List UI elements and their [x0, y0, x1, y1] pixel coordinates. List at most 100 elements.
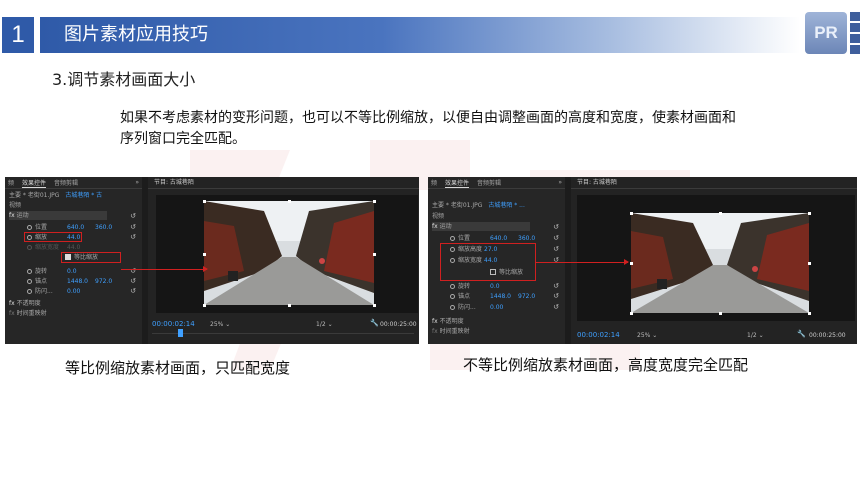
reset-icon[interactable]: ↺	[553, 292, 559, 300]
prop-position: 位置 640.0 360.0	[27, 223, 137, 232]
checkbox-unchecked-icon[interactable]	[490, 269, 496, 275]
playhead[interactable]	[178, 329, 183, 337]
prop-scale-width: 缩放宽度 44.0	[27, 243, 137, 252]
reset-icon[interactable]: ↺	[553, 245, 559, 253]
quality-select[interactable]: 1/2 ⌄	[747, 332, 764, 339]
reset-icon[interactable]: ↺	[130, 212, 136, 220]
tab-video[interactable]: 频	[431, 178, 437, 187]
current-timecode[interactable]: 00:00:02:14	[152, 320, 195, 328]
caption-left: 等比例缩放素材画面，只匹配宽度	[65, 359, 291, 377]
stopwatch-icon[interactable]	[450, 294, 455, 299]
reset-icon[interactable]: ↺	[553, 234, 559, 242]
section-video: 视频	[9, 202, 22, 209]
clip-path: 主要 * 老街01.JPG 古城巷陌 * 古	[9, 191, 102, 200]
stopwatch-icon[interactable]	[450, 305, 455, 310]
monitor-title: 节目: 古城巷陌	[148, 177, 419, 189]
prop-scale-width: 缩放宽度 44.0	[450, 256, 560, 265]
stopwatch-icon[interactable]	[450, 236, 455, 241]
clip-path-label: 主要 * 老街01.JPG	[9, 192, 60, 199]
street-photo[interactable]	[631, 213, 809, 313]
reset-icon[interactable]: ↺	[553, 282, 559, 290]
effect-motion[interactable]: fx 运动	[432, 222, 530, 231]
stopwatch-icon[interactable]	[27, 225, 32, 230]
tab-effect-controls[interactable]: 效果控件	[445, 178, 470, 188]
tab-audio-clip[interactable]: 音频剪辑	[477, 178, 501, 187]
prop-position: 位置 640.0 360.0	[450, 234, 560, 243]
panel-overflow-icon[interactable]: »	[558, 179, 562, 186]
reset-icon[interactable]: ↺	[130, 223, 136, 231]
anchor-y-value[interactable]: 972.0	[95, 277, 112, 286]
rotation-value[interactable]: 0.0	[490, 282, 500, 291]
description-text: 如果不考虑素材的变形问题，也可以不等比例缩放，以便自由调整画面的高度和宽度，使素…	[120, 110, 736, 147]
antiflicker-value[interactable]: 0.00	[67, 287, 80, 296]
position-y-value[interactable]: 360.0	[518, 234, 535, 243]
anchor-y-value[interactable]: 972.0	[518, 292, 535, 301]
prop-antiflicker: 防闪... 0.00	[27, 287, 137, 296]
wrench-icon[interactable]: 🔧	[797, 330, 806, 338]
reset-icon[interactable]: ↺	[553, 303, 559, 311]
prop-scale-height: 缩放高度 27.0	[450, 245, 560, 254]
wrench-icon[interactable]: 🔧	[370, 319, 379, 327]
arrow-to-frame	[121, 266, 208, 272]
duration-timecode: 00:00:25:00	[380, 321, 417, 328]
prop-time-remap[interactable]: fx 时间重映射	[9, 309, 47, 318]
stopwatch-icon[interactable]	[27, 289, 32, 294]
reset-icon[interactable]: ↺	[130, 233, 136, 241]
stopwatch-icon	[27, 245, 32, 250]
rotation-value[interactable]: 0.0	[67, 267, 77, 276]
stopwatch-icon[interactable]	[450, 258, 455, 263]
reset-icon[interactable]: ↺	[553, 223, 559, 231]
reset-icon[interactable]: ↺	[130, 277, 136, 285]
section-subtitle: 3.调节素材画面大小	[52, 70, 196, 89]
sequence-label[interactable]: 古城巷陌 * 古	[65, 192, 102, 199]
monitor-title: 节目: 古城巷陌	[571, 177, 857, 189]
checkbox-checked-icon[interactable]	[65, 254, 71, 260]
tab-effect-controls[interactable]: 效果控件	[22, 178, 47, 188]
zoom-select[interactable]: 25% ⌄	[210, 321, 230, 328]
panel-overflow-icon[interactable]: »	[135, 179, 139, 186]
page-title: 图片素材应用技巧	[64, 24, 208, 45]
effect-controls-panel: 频 效果控件 音频剪辑 » 主要 * 老街01.JPG 古城巷陌 * 古 视频 …	[5, 177, 142, 344]
stopwatch-icon[interactable]	[27, 235, 32, 240]
stopwatch-icon[interactable]	[27, 269, 32, 274]
premiere-logo: PR	[805, 12, 847, 54]
scale-height-value[interactable]: 27.0	[484, 245, 497, 254]
anchor-x-value[interactable]: 1448.0	[490, 292, 511, 301]
clip-path-label: 主要 * 老街01.JPG	[432, 202, 483, 209]
premiere-screenshot-left: 频 效果控件 音频剪辑 » 主要 * 老街01.JPG 古城巷陌 * 古 视频 …	[5, 177, 419, 344]
scale-value[interactable]: 44.0	[67, 233, 80, 242]
prop-opacity[interactable]: fx 不透明度	[432, 317, 464, 326]
effect-controls-panel: 频 效果控件 音频剪辑 » 主要 * 老街01.JPG 古城巷陌 * ... 视…	[428, 177, 565, 344]
street-photo[interactable]	[204, 201, 374, 305]
program-monitor: 节目: 古城巷陌 00:00:02:14 25% ⌄ 1/2 ⌄ �	[148, 177, 419, 344]
clip-path: 主要 * 老街01.JPG 古城巷陌 * ...	[432, 201, 525, 210]
current-timecode[interactable]: 00:00:02:14	[577, 331, 620, 339]
reset-icon[interactable]: ↺	[130, 287, 136, 295]
prop-rotation: 旋转 0.0	[450, 282, 560, 291]
effect-motion[interactable]: fx 运动	[9, 211, 107, 220]
quality-select[interactable]: 1/2 ⌄	[316, 321, 333, 328]
anchor-x-value[interactable]: 1448.0	[67, 277, 88, 286]
effect-motion-label: 运动	[439, 223, 452, 230]
stopwatch-icon[interactable]	[450, 284, 455, 289]
prop-scale: 缩放 44.0	[27, 233, 137, 242]
zoom-select[interactable]: 25% ⌄	[637, 332, 657, 339]
stopwatch-icon[interactable]	[27, 279, 32, 284]
antiflicker-value[interactable]: 0.00	[490, 303, 503, 312]
stopwatch-icon[interactable]	[450, 247, 455, 252]
tab-video[interactable]: 频	[8, 178, 14, 187]
scale-width-value: 44.0	[67, 244, 81, 251]
position-x-value[interactable]: 640.0	[490, 234, 507, 243]
program-monitor: 节目: 古城巷陌 00:00:02:14 25% ⌄ 1/2 ⌄ �	[571, 177, 857, 344]
uniform-scale-checkbox[interactable]: 等比缩放	[490, 268, 523, 277]
prop-time-remap[interactable]: fx 时间重映射	[432, 327, 470, 336]
slide-number: 1	[2, 17, 34, 53]
sequence-label[interactable]: 古城巷陌 * ...	[488, 202, 525, 209]
position-y-value[interactable]: 360.0	[95, 223, 112, 232]
scale-width-value[interactable]: 44.0	[484, 256, 497, 265]
tab-audio-clip[interactable]: 音频剪辑	[54, 178, 78, 187]
position-x-value[interactable]: 640.0	[67, 223, 84, 232]
prop-opacity[interactable]: fx 不透明度	[9, 299, 41, 308]
uniform-scale-checkbox[interactable]: 等比缩放	[65, 253, 98, 262]
prop-anchor: 锚点 1448.0 972.0	[450, 292, 560, 301]
